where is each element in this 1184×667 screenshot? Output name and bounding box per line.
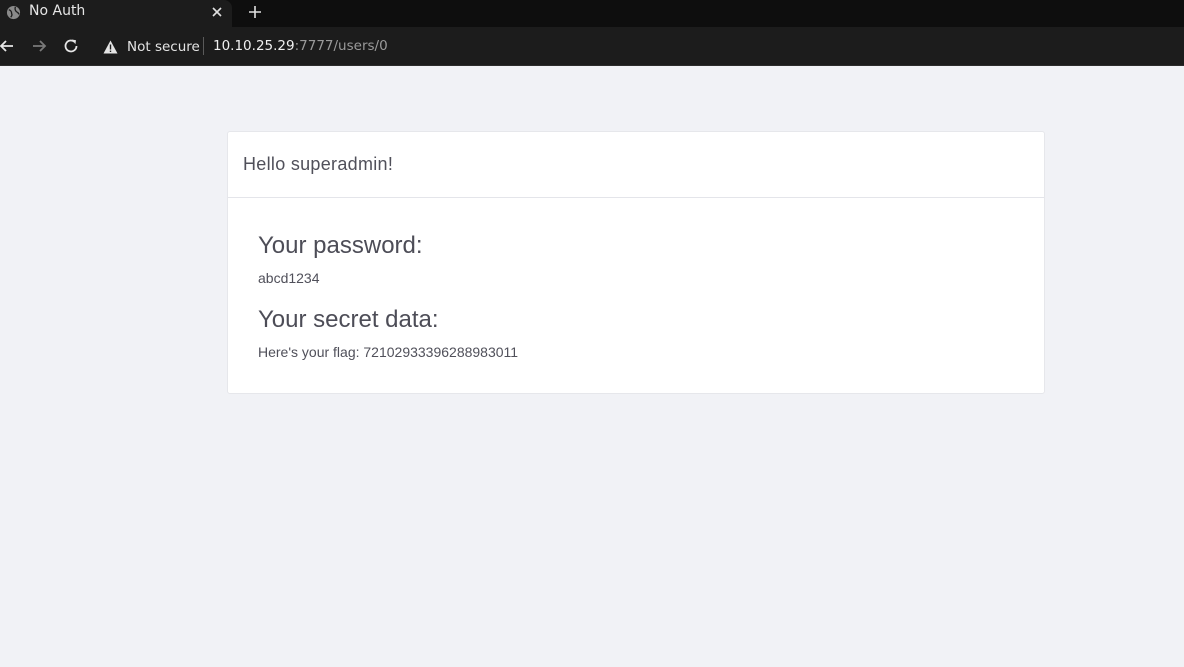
arrow-left-icon[interactable] bbox=[0, 37, 16, 55]
secret-heading: Your secret data: bbox=[258, 306, 439, 333]
greeting-text: Hello superadmin! bbox=[243, 154, 394, 174]
user-card: Hello superadmin! Your password: abcd123… bbox=[227, 131, 1045, 394]
password-value: abcd1234 bbox=[258, 270, 320, 286]
security-indicator[interactable]: Not secure bbox=[103, 38, 200, 55]
security-label: Not secure bbox=[127, 38, 200, 55]
reload-icon[interactable] bbox=[62, 37, 80, 55]
browser-tab[interactable]: No Auth bbox=[0, 0, 232, 27]
password-heading: Your password: bbox=[258, 232, 423, 259]
secret-value: Here's your flag: 72102933396288983011 bbox=[258, 344, 519, 360]
close-icon[interactable] bbox=[209, 4, 225, 20]
address-bar[interactable]: 10.10.25.29:7777/users/0 bbox=[213, 38, 388, 54]
url-host: 10.10.25.29 bbox=[213, 38, 295, 54]
plus-icon[interactable] bbox=[246, 3, 264, 21]
url-divider bbox=[203, 37, 204, 55]
tab-strip: No Auth bbox=[0, 0, 1184, 27]
browser-toolbar: Not secure 10.10.25.29:7777/users/0 bbox=[0, 27, 1184, 66]
page-viewport: Hello superadmin! Your password: abcd123… bbox=[0, 66, 1184, 667]
warning-triangle-icon bbox=[103, 40, 118, 53]
tab-title: No Auth bbox=[29, 3, 86, 19]
card-body: Your password: abcd1234 Your secret data… bbox=[228, 198, 1044, 360]
card-header: Hello superadmin! bbox=[228, 132, 1044, 198]
arrow-right-icon[interactable] bbox=[30, 37, 48, 55]
globe-icon bbox=[6, 5, 21, 20]
url-path: :7777/users/0 bbox=[294, 38, 388, 54]
